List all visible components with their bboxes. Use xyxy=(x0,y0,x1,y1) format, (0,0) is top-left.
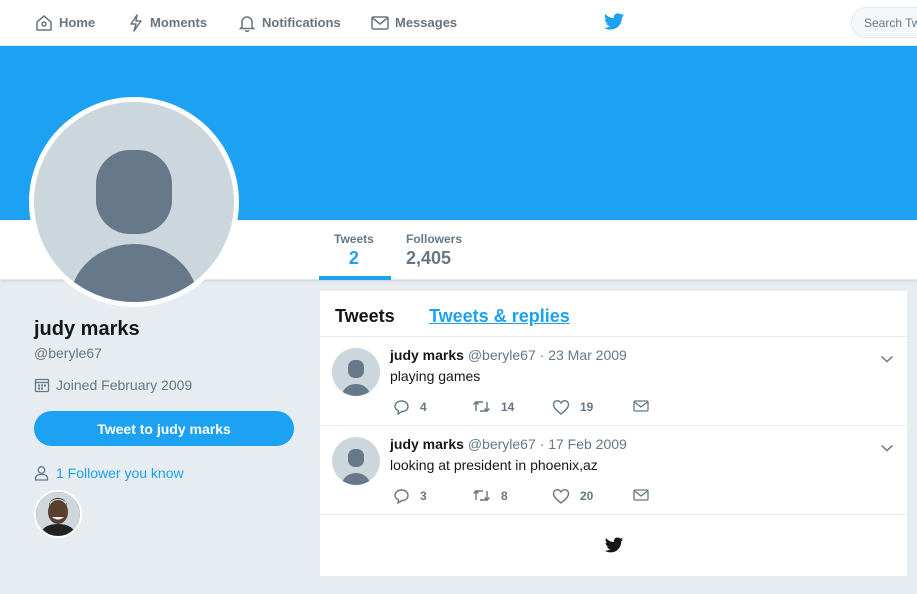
messages-icon xyxy=(371,15,389,30)
reply-count: 3 xyxy=(420,489,427,503)
chevron-down-icon xyxy=(880,355,894,363)
reply-icon xyxy=(394,489,409,504)
tweet-avatar[interactable] xyxy=(332,348,380,396)
like-button[interactable]: 19 xyxy=(552,399,593,415)
retweet-icon xyxy=(473,401,490,412)
retweet-button[interactable]: 8 xyxy=(472,488,508,503)
nav-home-label: Home xyxy=(59,15,96,30)
tweet-author-handle[interactable]: @beryle67 xyxy=(468,436,536,452)
tweet-separator: · xyxy=(539,436,545,452)
like-icon xyxy=(552,399,570,415)
top-navigation: Home Moments Notifications Messages Sear… xyxy=(0,0,917,46)
calendar-icon xyxy=(34,378,50,393)
direct-message-icon xyxy=(633,400,649,412)
twitter-bird-icon xyxy=(603,13,625,30)
twitter-logo[interactable] xyxy=(603,12,625,37)
search-input[interactable]: Search Twitter xyxy=(851,7,917,38)
tweet-separator: · xyxy=(539,347,545,363)
stat-tweets-label: Tweets xyxy=(334,232,374,246)
twitter-bird-icon xyxy=(604,537,623,553)
joined-label: Joined February 2009 xyxy=(56,377,193,393)
default-person-icon xyxy=(342,360,370,396)
reply-button[interactable]: 3 xyxy=(393,488,427,504)
default-person-icon xyxy=(70,150,198,302)
stat-followers-value: 2,405 xyxy=(406,248,452,268)
stat-followers[interactable]: Followers 2,405 xyxy=(406,232,462,269)
reply-count: 4 xyxy=(420,400,427,414)
profile-name: judy marks xyxy=(34,318,140,340)
nav-messages-label: Messages xyxy=(395,15,458,30)
notifications-icon xyxy=(238,15,256,32)
tweet-text: playing games xyxy=(390,368,481,384)
nav-notifications[interactable]: Notifications xyxy=(238,0,341,45)
followers-you-know-link[interactable]: 1 Follower you know xyxy=(34,465,184,481)
like-icon xyxy=(552,488,570,504)
reply-icon xyxy=(394,400,409,415)
tweet-author-handle[interactable]: @beryle67 xyxy=(468,347,536,363)
active-stat-indicator xyxy=(319,276,391,280)
nav-notifications-label: Notifications xyxy=(262,15,341,30)
direct-message-button[interactable] xyxy=(633,399,659,413)
nav-moments[interactable]: Moments xyxy=(128,0,207,45)
tweet-menu-button[interactable] xyxy=(880,351,894,369)
direct-message-button[interactable] xyxy=(633,488,659,502)
tweet-author-name[interactable]: judy marks xyxy=(390,436,464,452)
like-count: 20 xyxy=(580,489,594,503)
tab-tweets-and-replies[interactable]: Tweets & replies xyxy=(429,306,570,327)
tweet-item[interactable]: judy marks @beryle67 · 17 Feb 2009 looki… xyxy=(320,426,907,515)
stat-tweets-value: 2 xyxy=(348,248,359,268)
timeline: Tweets Tweets & replies judy marks @bery… xyxy=(320,291,907,576)
follower-photo xyxy=(36,492,80,536)
follower-avatar[interactable] xyxy=(34,490,82,538)
retweet-count: 8 xyxy=(501,488,508,503)
nav-moments-label: Moments xyxy=(150,15,208,30)
tweet-menu-button[interactable] xyxy=(880,440,894,458)
tweet-item[interactable]: judy marks @beryle67 · 23 Mar 2009 playi… xyxy=(320,337,907,426)
profile-avatar[interactable] xyxy=(29,97,239,307)
tweet-date[interactable]: 17 Feb 2009 xyxy=(548,436,627,452)
tweet-avatar[interactable] xyxy=(332,437,380,485)
tab-tweets[interactable]: Tweets xyxy=(335,306,395,327)
person-icon xyxy=(34,466,49,481)
followers-you-know-label: 1 Follower you know xyxy=(56,465,184,481)
default-person-icon xyxy=(342,449,370,485)
reply-button[interactable]: 4 xyxy=(393,399,427,415)
like-button[interactable]: 20 xyxy=(552,488,593,504)
stat-followers-label: Followers xyxy=(406,232,463,246)
moments-icon xyxy=(130,13,142,32)
tweet-header: judy marks @beryle67 · 23 Mar 2009 xyxy=(390,347,627,363)
like-count: 19 xyxy=(580,400,594,414)
tweet-header: judy marks @beryle67 · 17 Feb 2009 xyxy=(390,436,627,452)
retweet-count: 14 xyxy=(501,399,515,414)
tweet-author-name[interactable]: judy marks xyxy=(390,347,464,363)
home-icon xyxy=(36,14,52,31)
default-avatar xyxy=(34,102,234,302)
nav-messages[interactable]: Messages xyxy=(371,0,457,45)
timeline-tabs: Tweets Tweets & replies xyxy=(320,291,907,337)
timeline-footer xyxy=(320,515,907,576)
tweet-date[interactable]: 23 Mar 2009 xyxy=(548,347,627,363)
tweet-to-button[interactable]: Tweet to judy marks xyxy=(34,411,294,446)
retweet-icon xyxy=(473,490,490,501)
nav-home[interactable]: Home xyxy=(35,0,95,45)
tweet-text: looking at president in phoenix,az xyxy=(390,457,598,473)
direct-message-icon xyxy=(633,489,649,501)
stat-tweets[interactable]: Tweets 2 xyxy=(334,232,374,269)
profile-handle: @beryle67 xyxy=(34,345,102,361)
joined-date: Joined February 2009 xyxy=(34,377,192,393)
retweet-button[interactable]: 14 xyxy=(472,399,514,414)
chevron-down-icon xyxy=(880,444,894,452)
